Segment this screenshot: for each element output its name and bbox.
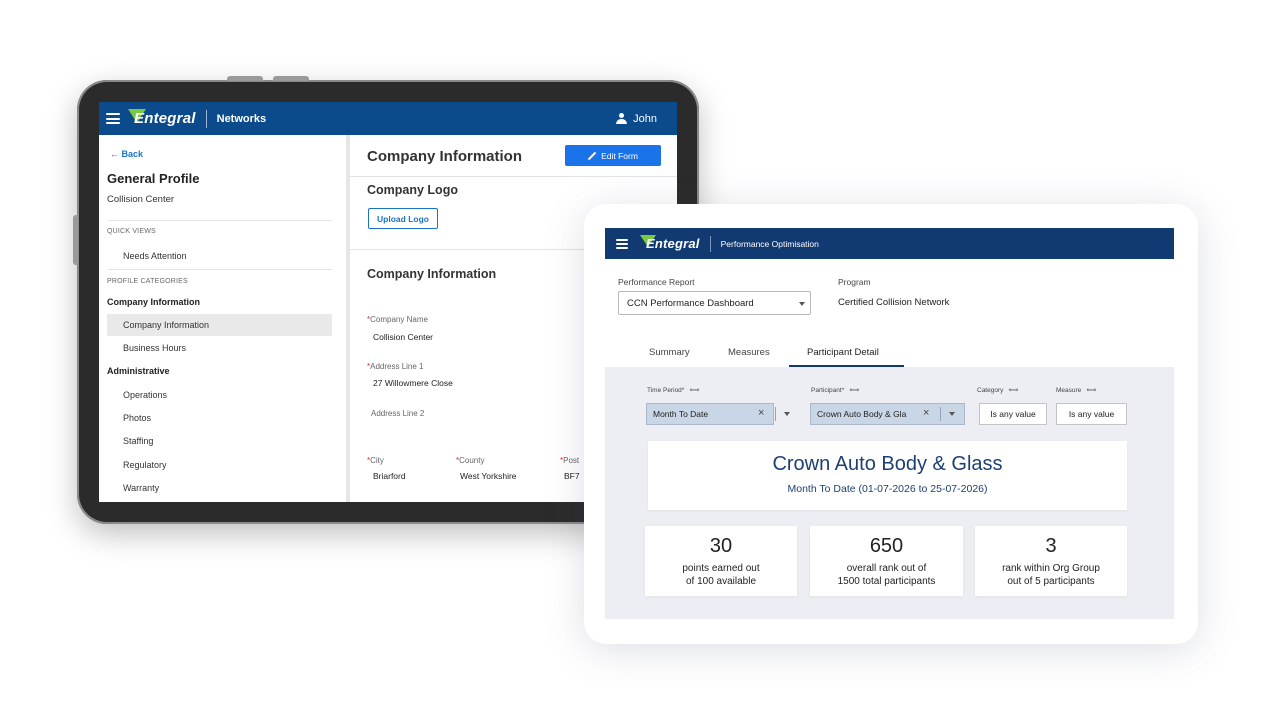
participant-summary-card: Crown Auto Body & Glass Month To Date (0… [648,441,1127,510]
close-icon[interactable]: × [758,407,764,419]
tab-participant-detail[interactable]: Participant Detail [807,347,879,358]
category-filter[interactable]: Is any value [979,403,1047,425]
participant-value: Crown Auto Body & Gla [817,409,907,419]
upload-logo-button[interactable]: Upload Logo [368,208,438,229]
user-name: John [633,112,657,125]
participant-label: Participant* ⟺ [811,386,860,395]
header-divider [709,235,711,252]
group-company-information[interactable]: Company Information [107,297,200,307]
stat-card-overall-rank: 650 overall rank out of 1500 total partic… [810,526,963,596]
divider [107,269,333,270]
address-line-2-label[interactable]: Address Line 2 [371,409,424,418]
link-icon[interactable]: ⟺ [1008,386,1018,394]
stat-value: 3 [1045,535,1057,557]
edit-form-label: Edit Form [601,150,638,161]
program-value: Certified Collision Network [838,297,950,308]
postcode-label: *Post [560,456,580,465]
sidebar-item-company-information[interactable]: Company Information [107,314,332,336]
stat-description: points earned out of 100 available [682,563,760,587]
chevron-down-icon[interactable] [784,412,790,416]
divider [775,407,776,421]
app-name: Performance Optimisation [720,238,819,249]
close-icon[interactable]: × [923,407,929,419]
divider [350,176,677,177]
measure-filter[interactable]: Is any value [1056,403,1127,425]
measure-label: Measure ⟺ [1056,386,1097,395]
profile-title: General Profile [107,171,200,186]
tablet-volume-button [273,76,309,81]
participant-filter[interactable]: Crown Auto Body & Gla × [810,403,965,425]
address-line-1-value[interactable]: 27 Willowmere Close [373,378,453,388]
page-title: Company Information [367,148,523,165]
divider [940,407,941,421]
time-period-label: Time Period* ⟺ [647,386,700,395]
sidebar-item-staffing[interactable]: Staffing [107,430,332,452]
performance-report-select[interactable]: CCN Performance Dashboard [618,291,811,315]
performance-report-value: CCN Performance Dashboard [627,297,754,309]
link-icon[interactable]: ⟺ [689,386,699,394]
city-value[interactable]: Briarford [373,471,406,481]
participant-name: Crown Auto Body & Glass [772,453,1003,475]
sidebar-item-warranty[interactable]: Warranty [107,477,332,499]
sidebar-item-regulatory[interactable]: Regulatory [107,454,332,476]
edit-form-button[interactable]: Edit Form [565,145,661,166]
company-logo-heading: Company Logo [367,183,458,197]
performance-header: Entegral Performance Optimisation [605,228,1174,259]
time-period-value: Month To Date [653,409,709,419]
stat-description: overall rank out of 1500 total participan… [837,563,936,587]
time-period-filter[interactable]: Month To Date × [646,403,790,425]
sidebar-item-needs-attention[interactable]: Needs Attention [107,245,332,267]
user-icon [616,113,628,124]
company-name-value[interactable]: Collision Center [373,332,433,342]
profile-sidebar: ← Back General Profile Collision Center … [99,135,350,502]
company-name-label: *Company Name [367,315,428,324]
postcode-value[interactable]: BF7 [564,471,580,481]
divider [107,220,333,221]
county-value[interactable]: West Yorkshire [460,471,517,481]
profile-subtitle: Collision Center [107,194,175,205]
tablet-side-button [73,215,78,265]
date-range: Month To Date (01-07-2026 to 25-07-2026) [787,483,988,495]
program-label: Program [838,277,871,287]
section-heading: Company Information [367,267,497,281]
city-label: *City [367,456,384,465]
sidebar-item-photos[interactable]: Photos [107,407,332,429]
link-icon[interactable]: ⟺ [1086,386,1096,394]
stat-card-group-rank: 3 rank within Org Group out of 5 particip… [975,526,1127,596]
entegral-logo[interactable]: Entegral [640,235,700,251]
performance-report-label: Performance Report [618,277,695,287]
entegral-logo[interactable]: Entegral [128,109,196,127]
performance-card: Entegral Performance Optimisation Perfor… [584,204,1198,644]
logo-text: Entegral [646,236,700,251]
app-name: Networks [216,112,267,125]
link-icon[interactable]: ⟺ [849,386,859,394]
back-label: Back [121,149,144,159]
logo-text: Entegral [134,110,196,127]
user-menu[interactable]: John [616,113,657,125]
stat-card-points: 30 points earned out of 100 available [645,526,797,596]
category-label: Category ⟺ [977,386,1019,395]
menu-icon[interactable] [616,238,628,249]
header-divider [205,109,207,128]
county-label: *County [456,456,485,465]
sidebar-item-business-hours[interactable]: Business Hours [107,337,332,359]
menu-icon[interactable] [106,113,120,124]
tablet-volume-button [227,76,263,81]
back-link[interactable]: ← Back [110,149,143,159]
group-administrative[interactable]: Administrative [107,366,170,376]
tab-summary[interactable]: Summary [649,347,690,358]
pencil-icon [588,152,596,160]
chevron-down-icon[interactable] [949,412,955,416]
profile-categories-label: PROFILE CATEGORIES [107,278,188,285]
networks-header: Entegral Networks John [99,102,677,135]
quick-views-label: QUICK VIEWS [107,228,156,235]
sidebar-item-operations[interactable]: Operations [107,384,332,406]
stat-description: rank within Org Group out of 5 participan… [1002,563,1100,587]
address-line-1-label: *Address Line 1 [367,362,424,371]
stat-value: 30 [709,535,733,557]
stat-value: 650 [869,535,904,557]
tab-measures[interactable]: Measures [728,347,770,358]
chevron-down-icon [799,302,805,306]
